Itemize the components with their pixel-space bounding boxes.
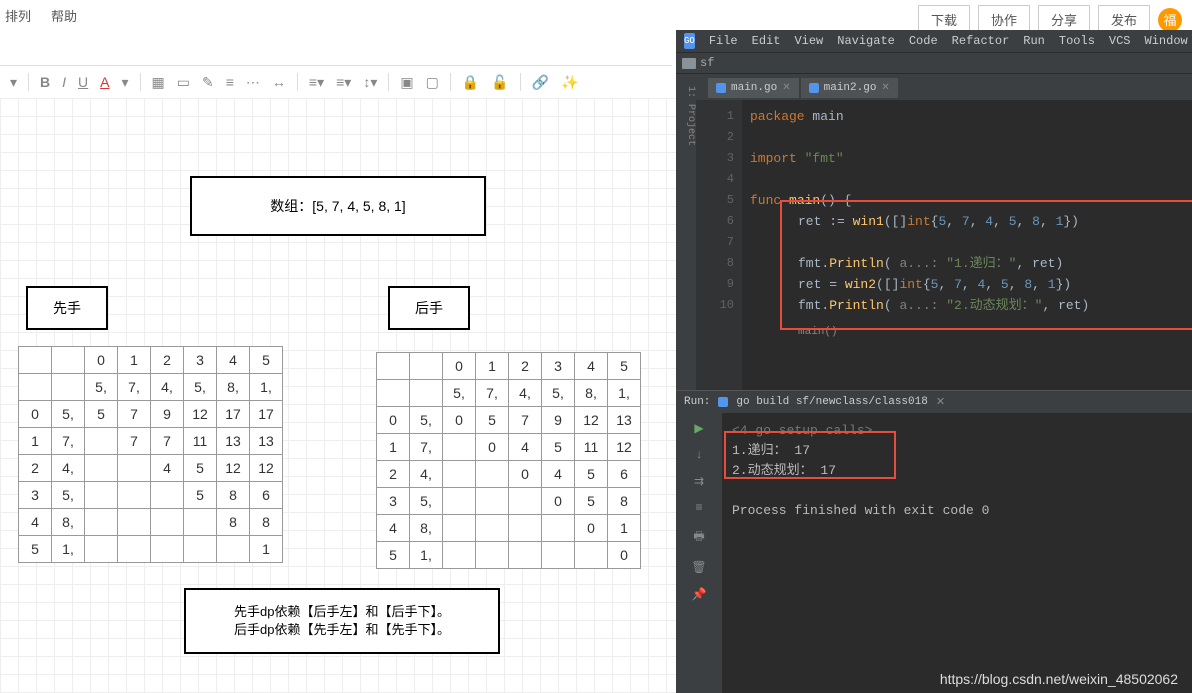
note-box[interactable]: 先手dp依赖【后手左】和【后手下】。 后手dp依赖【先手左】和【先手下】。 — [184, 588, 500, 654]
tab-label: main.go — [731, 82, 777, 94]
tab-main-go[interactable]: main.go ✕ — [708, 78, 799, 98]
format-toolbar: ▾ B I U A ▾ ▦ ▭ ✎ ≡ ⋯ ↔ ≡▾ ≡▾ ↕▾ ▣ ▢ 🔒 🔓… — [0, 65, 672, 99]
second-table: 0123455,7,4,5,8,1,05,0579121317,04511122… — [376, 352, 641, 569]
border-icon[interactable]: ▭ — [172, 71, 195, 94]
bring-front-icon[interactable]: ▣ — [395, 71, 418, 94]
project-sidetab[interactable]: 1: Project — [676, 76, 696, 146]
code-editor[interactable]: 12345678910 package main import "fmt" fu… — [696, 100, 1192, 390]
menu-arrange[interactable]: 排列 — [5, 6, 31, 25]
run-output[interactable]: <4 go setup calls> 1.递归： 17 2.动态规划： 17 P… — [722, 413, 1192, 693]
tab-main2-go[interactable]: main2.go ✕ — [801, 78, 898, 98]
run-config[interactable]: go build sf/newclass/class018 — [736, 396, 927, 408]
run-print-icon[interactable]: 🖶 — [693, 527, 704, 548]
ide-menu-file[interactable]: File — [709, 34, 738, 48]
font-dropdown-icon[interactable]: ▾ — [5, 71, 22, 94]
ide-menubar: GO File Edit View Navigate Code Refactor… — [676, 30, 1192, 53]
ide-menu-run[interactable]: Run — [1023, 34, 1045, 48]
send-back-icon[interactable]: ▢ — [421, 71, 444, 94]
ide-menu-view[interactable]: View — [794, 34, 823, 48]
ide-menu-edit[interactable]: Edit — [752, 34, 781, 48]
ide-menu-refactor[interactable]: Refactor — [952, 34, 1010, 48]
run-label: Run: — [684, 396, 710, 408]
run-down-icon[interactable]: ↓ — [695, 448, 702, 462]
run-panel: Run: go build sf/newclass/class018 ✕ ▶ ↓… — [676, 390, 1192, 693]
magic-icon[interactable]: ✨ — [556, 71, 583, 94]
folder-name[interactable]: sf — [700, 56, 714, 70]
code-highlight-box — [780, 200, 1192, 330]
arrow-icon[interactable]: ↔ — [267, 71, 291, 93]
link-icon[interactable]: 🔗 — [527, 71, 554, 94]
run-play-icon[interactable]: ▶ — [694, 421, 703, 436]
pencil-icon[interactable]: ✎ — [197, 71, 219, 94]
run-sidebar: ▶ ↓ ⇉ ≡ 🖶 🗑 📌 — [676, 413, 722, 693]
close-icon[interactable]: ✕ — [881, 82, 889, 94]
align-icon[interactable]: ≡▾ — [304, 71, 329, 94]
italic-icon[interactable]: I — [57, 71, 71, 93]
note-line1: 先手dp依赖【后手左】和【后手下】。 — [234, 603, 450, 621]
spacing-icon[interactable]: ↕▾ — [358, 71, 382, 94]
kw-import: import — [750, 151, 797, 166]
unlock-icon[interactable]: 🔓 — [486, 71, 513, 94]
run-filter-icon[interactable]: ⇉ — [694, 474, 704, 489]
folder-icon — [682, 58, 696, 69]
lock-icon[interactable]: 🔒 — [457, 71, 484, 94]
go-file-icon — [716, 83, 726, 93]
id-main: main — [812, 109, 843, 124]
bold-icon[interactable]: B — [35, 71, 55, 93]
font-color-icon[interactable]: A — [95, 71, 114, 93]
close-icon[interactable]: ✕ — [936, 395, 945, 409]
valign-icon[interactable]: ≡▾ — [331, 71, 356, 94]
tab-label: main2.go — [824, 82, 877, 94]
goland-icon: GO — [684, 33, 695, 49]
output-highlight-box — [724, 431, 896, 479]
str-fmt: "fmt" — [805, 151, 844, 166]
ide-menu-code[interactable]: Code — [909, 34, 938, 48]
run-trash-icon[interactable]: 🗑 — [691, 560, 706, 575]
run-wrap-icon[interactable]: ≡ — [695, 501, 702, 515]
menu-help[interactable]: 帮助 — [51, 6, 77, 25]
close-icon[interactable]: ✕ — [782, 82, 790, 94]
underline-icon[interactable]: U — [73, 71, 93, 93]
output-done: Process finished with exit code 0 — [732, 501, 1182, 521]
dash-icon[interactable]: ⋯ — [241, 71, 265, 94]
ide-menu-window[interactable]: Window — [1145, 34, 1188, 48]
array-box[interactable]: 数组：[5, 7, 4, 5, 8, 1] — [190, 176, 486, 236]
first-label[interactable]: 先手 — [26, 286, 108, 330]
editor-tabs: main.go ✕ main2.go ✕ — [676, 74, 1192, 98]
kw-func: func — [750, 193, 781, 208]
dropdown-icon[interactable]: ▾ — [117, 71, 134, 94]
ide-menu-navigate[interactable]: Navigate — [837, 34, 895, 48]
ide-folderbar: sf — [676, 53, 1192, 74]
canvas[interactable]: 数组：[5, 7, 4, 5, 8, 1] 先手 后手 0123455,7,4,… — [0, 98, 676, 693]
note-line2: 后手dp依赖【先手左】和【先手下】。 — [234, 621, 450, 639]
go-file-icon — [809, 83, 819, 93]
watermark: https://blog.csdn.net/weixin_48502062 — [940, 671, 1178, 687]
line-gutter: 12345678910 — [696, 100, 742, 390]
ide-menu-vcs[interactable]: VCS — [1109, 34, 1131, 48]
run-pin-icon[interactable]: 📌 — [692, 587, 707, 602]
first-table: 0123455,7,4,5,8,1,05,57912171717,7711131… — [18, 346, 283, 563]
fill-icon[interactable]: ▦ — [147, 71, 170, 94]
kw-package: package — [750, 109, 805, 124]
ide-menu-tools[interactable]: Tools — [1059, 34, 1095, 48]
second-label[interactable]: 后手 — [388, 286, 470, 330]
code-area[interactable]: package main import "fmt" func main() { … — [742, 100, 1192, 390]
avatar[interactable]: 福 — [1158, 8, 1182, 32]
go-run-icon — [718, 397, 728, 407]
line-icon[interactable]: ≡ — [221, 71, 239, 93]
ide-window: GO File Edit View Navigate Code Refactor… — [676, 30, 1192, 693]
